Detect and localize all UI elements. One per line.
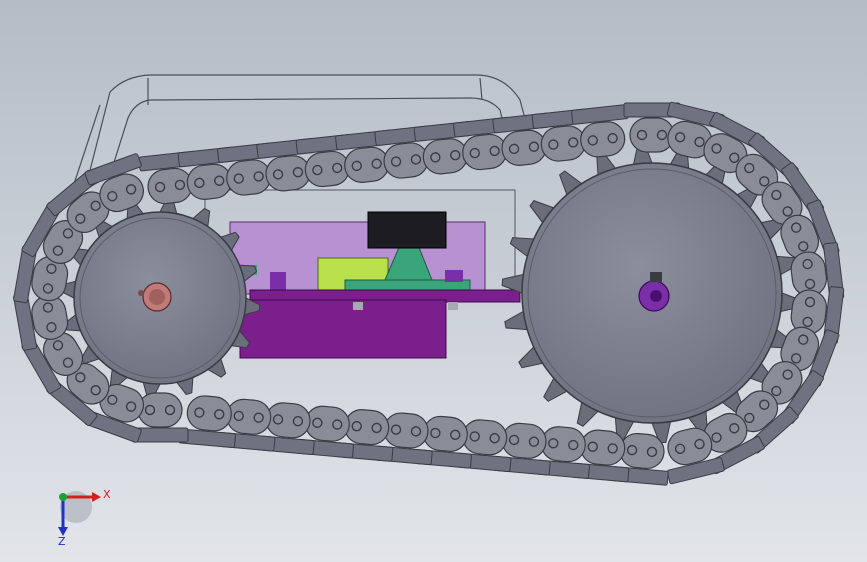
cad-viewport[interactable]: X Z (0, 0, 867, 562)
left-hub-bore (149, 289, 165, 305)
left-hub-pin (138, 290, 144, 296)
small-purple-part-2 (270, 272, 286, 290)
electronics-assembly (229, 211, 486, 295)
axis-z-label: Z (58, 535, 66, 548)
track-assembly-diagram: X Z (0, 0, 867, 562)
chain-link-plate (629, 117, 675, 153)
right-hub-bore (650, 290, 662, 302)
axis-x-label: X (103, 488, 111, 501)
black-motor-block (367, 211, 447, 249)
small-purple-part (445, 270, 463, 282)
right-hub-set-screw (650, 272, 662, 282)
chain-link-plate (137, 392, 183, 428)
